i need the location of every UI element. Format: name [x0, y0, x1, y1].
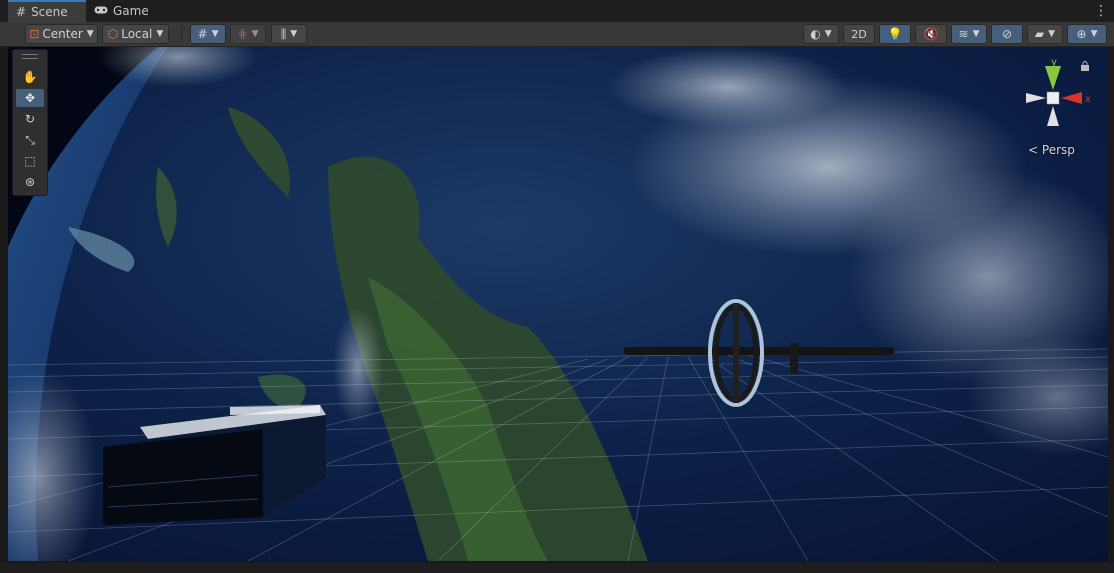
hand-icon: ✋	[22, 70, 38, 84]
align-tools-dropdown[interactable]: ⫼ ▼	[271, 24, 307, 44]
tools-drag-handle[interactable]	[22, 54, 38, 59]
camera-settings-dropdown[interactable]: ▰ ▼	[1027, 24, 1063, 44]
tab-scene-label: Scene	[31, 5, 68, 19]
chevron-down-icon: ▼	[86, 29, 94, 39]
gizmo-x-arrow	[1061, 92, 1082, 104]
toggle-2d-button[interactable]: 2D	[843, 24, 875, 44]
hand-tool-button[interactable]: ✋	[16, 68, 44, 86]
toggle-2d-label: 2D	[851, 27, 867, 41]
chevron-down-icon: ▼	[156, 29, 164, 39]
move-tool-button[interactable]: ✥	[16, 89, 44, 107]
cloud	[333, 307, 383, 427]
pivot-space-label: Local	[121, 27, 153, 41]
scene-viewport[interactable]	[8, 47, 1108, 561]
rect-tool-button[interactable]: ⬚	[16, 152, 44, 170]
increment-snap-icon: ⋕	[237, 27, 248, 41]
chevron-down-icon: ▼	[1048, 29, 1056, 39]
gizmo-y-arrow	[1045, 66, 1061, 90]
kebab-menu-icon[interactable]: ⋮	[1094, 3, 1108, 19]
eye-slash-icon: ⊘	[1001, 27, 1013, 41]
gizmo-y-label: y	[1051, 57, 1057, 68]
chevron-down-icon: ▼	[251, 29, 259, 39]
scene-visibility-toggle[interactable]: ⊘	[991, 24, 1023, 44]
gizmo-center-cube	[1046, 91, 1060, 105]
rect-icon: ⬚	[24, 154, 36, 168]
align-icon: ⫼	[280, 26, 287, 41]
chevron-down-icon: ▼	[290, 29, 298, 39]
gamepad-icon	[94, 4, 108, 18]
hash-icon: #	[16, 5, 27, 19]
camera-icon: ▰	[1034, 27, 1045, 41]
tab-bar: # Scene Game ⋮	[0, 0, 1114, 23]
gizmos-dropdown[interactable]: ⊕ ▼	[1067, 24, 1107, 44]
increment-snapping-toggle[interactable]: ⋕ ▼	[230, 24, 266, 44]
rotate-tool-button[interactable]: ↻	[16, 110, 44, 128]
transform-tool-button[interactable]: ⊛	[16, 173, 44, 191]
chevron-down-icon: ▼	[211, 29, 219, 39]
pivot-mode-dropdown[interactable]: ⊡ Center ▼	[25, 24, 98, 44]
projection-label: Persp	[1041, 143, 1075, 157]
gizmo-x-label: x	[1085, 94, 1091, 105]
gizmo-neg-x-arrow	[1026, 93, 1046, 103]
move-arrows-icon: ✥	[24, 91, 36, 105]
layers-icon: ≋	[958, 27, 969, 41]
effects-dropdown[interactable]: ≋ ▼	[951, 24, 987, 44]
tab-game[interactable]: Game	[86, 0, 157, 22]
scene-toolbar: ⊡ Center ▼ ⬡ Local ▼ # ▼ ⋕ ▼ ⫼ ▼ ◐ ▼ 2D …	[0, 22, 1114, 47]
audio-toggle[interactable]: 🔇	[915, 24, 947, 44]
chevron-down-icon: ▼	[1090, 29, 1098, 39]
pivot-mode-label: Center	[42, 27, 83, 41]
rotate-icon: ↻	[24, 112, 36, 126]
chevron-down-icon: ▼	[972, 29, 980, 39]
grid-snapping-toggle[interactable]: # ▼	[190, 24, 226, 44]
chevron-down-icon: ▼	[824, 29, 832, 39]
tab-scene[interactable]: # Scene	[8, 0, 86, 22]
transform-icon: ⊛	[24, 175, 36, 189]
perspective-icon: <	[1028, 143, 1039, 157]
tab-game-label: Game	[113, 4, 149, 18]
scene-render	[8, 47, 1108, 561]
cloud	[608, 47, 848, 127]
gizmo-neg-y-arrow	[1047, 106, 1059, 126]
scale-tool-button[interactable]: ⤡	[16, 131, 44, 149]
gizmo-icon: ⊕	[1076, 27, 1087, 41]
cube-icon: ⬡	[107, 27, 119, 41]
draw-mode-dropdown[interactable]: ◐ ▼	[803, 24, 839, 44]
shading-sphere-icon: ◐	[810, 27, 821, 41]
pivot-icon: ⊡	[29, 27, 40, 41]
tools-overlay: ✋ ✥ ↻ ⤡ ⬚ ⊛	[12, 49, 48, 196]
bottom-bar	[0, 563, 1114, 573]
toolbar-divider	[181, 26, 182, 42]
pivot-space-dropdown[interactable]: ⬡ Local ▼	[102, 24, 169, 44]
lock-icon[interactable]	[1080, 60, 1090, 71]
grid-snap-icon: #	[197, 27, 208, 41]
scale-icon: ⤡	[25, 132, 35, 147]
projection-toggle[interactable]: < Persp	[1028, 143, 1075, 157]
lighting-toggle[interactable]: 💡	[879, 24, 911, 44]
lightbulb-icon: 💡	[887, 27, 903, 41]
muted-speaker-icon: 🔇	[923, 27, 939, 41]
